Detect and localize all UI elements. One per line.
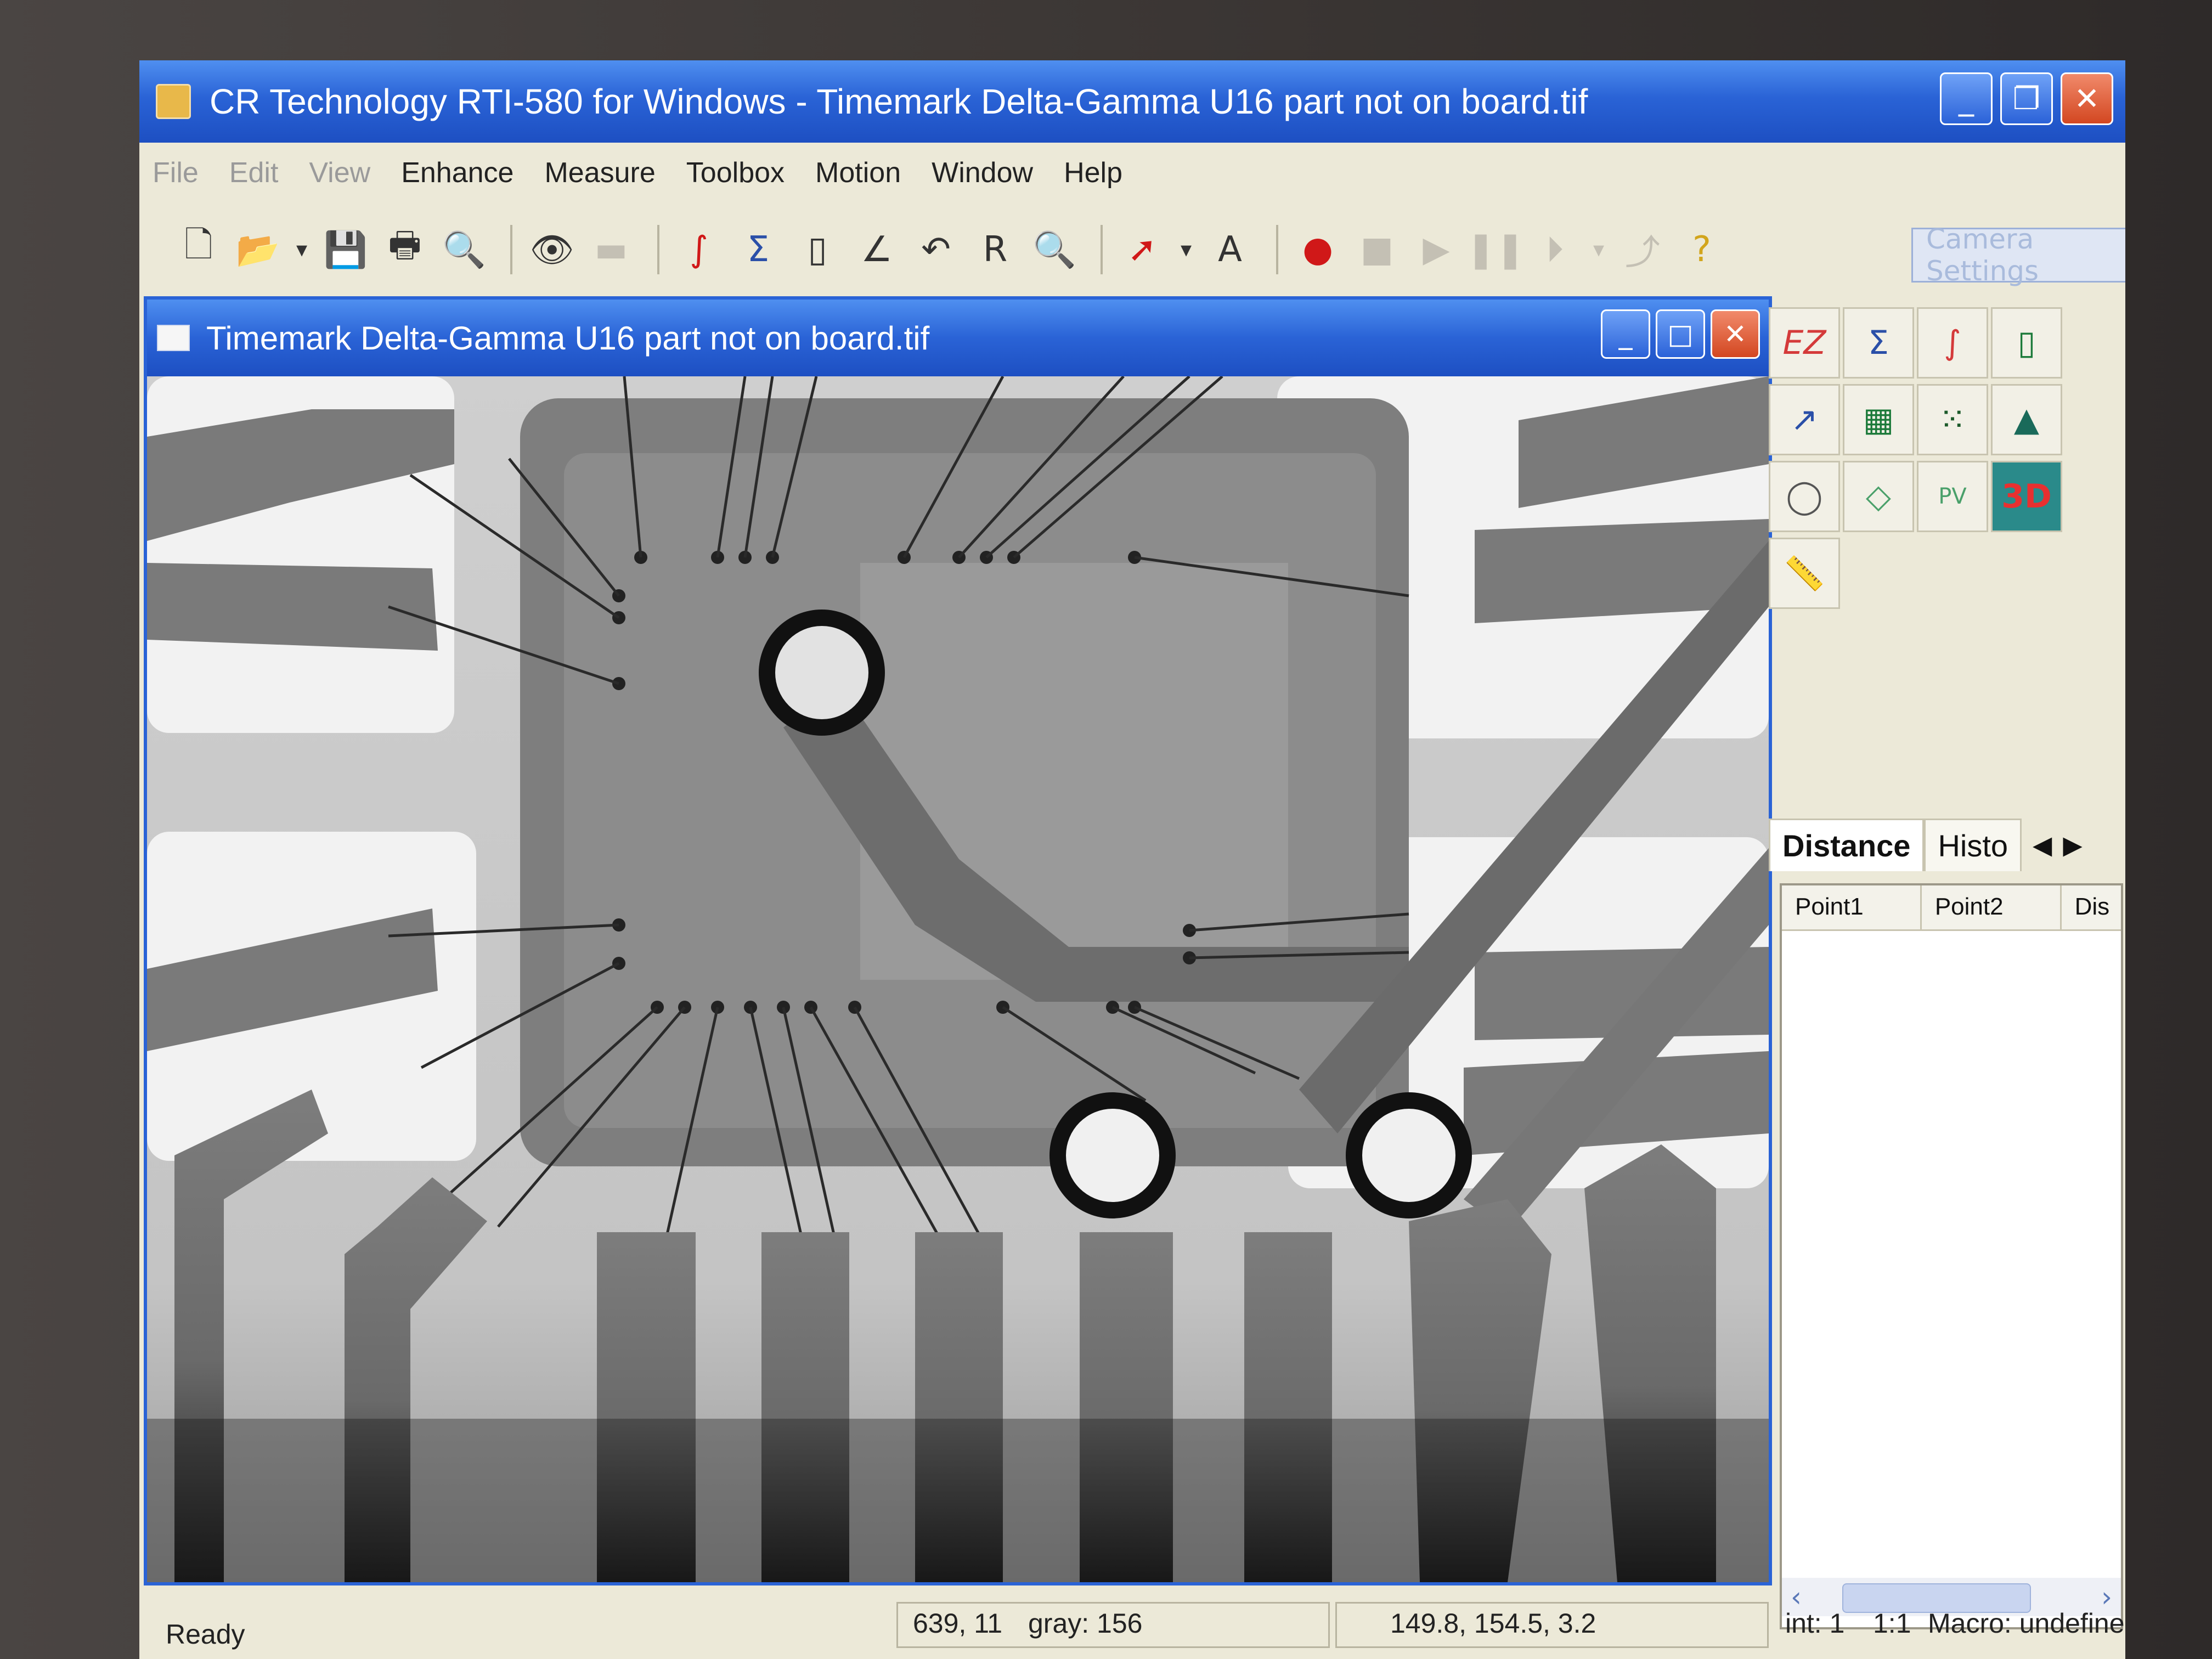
open-dropdown-icon[interactable]: ▾ [291, 223, 313, 276]
frame-icon[interactable]: ▯ [791, 223, 844, 276]
step-dropdown-icon[interactable]: ▾ [1588, 223, 1610, 276]
column-point2[interactable]: Point2 [1922, 885, 2062, 929]
new-file-icon[interactable]: 🗋 [172, 223, 225, 276]
pv-tool-icon[interactable]: PV [1917, 461, 1988, 532]
screen: CR Technology RTI-580 for Windows - Time… [139, 60, 2125, 1659]
column-point1[interactable]: Point1 [1782, 885, 1922, 929]
toolbar-separator [1276, 225, 1278, 274]
menu-bar: File Edit View Enhance Measure Toolbox M… [139, 143, 2125, 203]
app-title: CR Technology RTI-580 for Windows - Time… [210, 82, 1588, 121]
camera-icon[interactable]: ▬ [585, 223, 637, 276]
save-icon[interactable]: 💾 [319, 223, 372, 276]
frame-tool-icon[interactable]: ▯ [1991, 307, 2062, 379]
distance-list: Point1 Point2 Dis ‹ › [1780, 883, 2123, 1629]
circle-tool-icon[interactable]: ◯ [1769, 461, 1840, 532]
image-window-icon [157, 325, 190, 351]
grid-edit-tool-icon[interactable]: ▦ [1843, 384, 1914, 455]
eye-icon[interactable]: 👁 [526, 223, 578, 276]
menu-window[interactable]: Window [932, 156, 1033, 189]
menu-view[interactable]: View [309, 156, 370, 189]
sum-icon[interactable]: Σ [732, 223, 785, 276]
status-macro: Macro: undefined [1928, 1608, 2125, 1639]
status-coords: 639, 11 [913, 1608, 1003, 1639]
record-icon[interactable]: ● [1291, 223, 1344, 276]
status-measure: 149.8, 154.5, 3.2 [1390, 1608, 1596, 1639]
minimize-button[interactable]: _ [1940, 72, 1993, 125]
camera-settings-label: Camera Settings [1926, 223, 2039, 287]
status-bar: Ready 639, 11 gray: 156 149.8, 154.5, 3.… [139, 1591, 2125, 1659]
lead-shadow [147, 1419, 1769, 1582]
tab-scroll-left-icon[interactable]: ◀ [2033, 830, 2052, 860]
integral-tool-icon[interactable]: ∫ [1917, 307, 1988, 379]
ruler-tool-icon[interactable]: 📏 [1769, 538, 1840, 609]
toolbar-separator [510, 225, 512, 274]
dots-grid-tool-icon[interactable]: ⁙ [1917, 384, 1988, 455]
camera-settings-panel[interactable]: Camera Settings ✕ [1911, 223, 2125, 287]
measurement-tool-grid: EZ Σ ∫ ▯ ↗ ▦ ⁙ ▲ ◯ ◇ PV 3D 📏 [1763, 296, 2070, 658]
image-window-title-bar[interactable]: Timemark Delta-Gamma U16 part not on boa… [147, 300, 1769, 376]
menu-toolbox[interactable]: Toolbox [686, 156, 785, 189]
image-maximize-button[interactable]: □ [1656, 309, 1705, 359]
menu-enhance[interactable]: Enhance [401, 156, 514, 189]
graph-icon[interactable]: ∠ [850, 223, 903, 276]
list-header: Point1 Point2 Dis [1782, 885, 2121, 931]
tab-histogram[interactable]: Histo [1924, 819, 2022, 871]
toolbar-separator [1101, 225, 1103, 274]
arrow-dropdown-icon[interactable]: ▾ [1175, 223, 1197, 276]
toolbar-separator [657, 225, 659, 274]
image-window-controls: _ □ ✕ [1601, 309, 1760, 359]
ez-tool-icon[interactable]: EZ [1769, 307, 1840, 379]
step-icon[interactable]: ⏵ [1528, 223, 1581, 276]
tab-distance[interactable]: Distance [1769, 819, 1925, 871]
undo-icon[interactable]: ↶ [910, 223, 962, 276]
status-int: int: 1 [1785, 1608, 1845, 1639]
menu-file[interactable]: File [153, 156, 199, 189]
menu-edit[interactable]: Edit [229, 156, 279, 189]
app-icon [156, 84, 191, 119]
image-window: Timemark Delta-Gamma U16 part not on boa… [144, 296, 1772, 1585]
image-window-title: Timemark Delta-Gamma U16 part not on boa… [206, 319, 930, 357]
pause-icon[interactable]: ❚❚ [1466, 223, 1525, 276]
app-title-bar[interactable]: CR Technology RTI-580 for Windows - Time… [139, 60, 2125, 143]
menu-motion[interactable]: Motion [815, 156, 901, 189]
status-ratio: 1:1 [1873, 1608, 1911, 1639]
menu-measure[interactable]: Measure [544, 156, 655, 189]
tab-scroll-right-icon[interactable]: ▶ [2063, 830, 2082, 860]
help-icon[interactable]: ? [1675, 223, 1728, 276]
restore-button[interactable]: ❐ [2000, 72, 2053, 125]
measurement-tabs: Distance Histo ◀ ▶ [1769, 815, 2120, 875]
sum-n-tool-icon[interactable]: Σ [1843, 307, 1914, 379]
graph-tool-icon[interactable]: ↗ [1769, 384, 1840, 455]
close-button[interactable]: ✕ [2061, 72, 2113, 125]
export-icon[interactable]: ⤴ [1616, 223, 1669, 276]
xray-image[interactable] [147, 376, 1769, 1582]
column-distance[interactable]: Dis [2062, 885, 2121, 929]
surface-tool-icon[interactable]: ▲ [1991, 384, 2062, 455]
stop-icon[interactable]: ■ [1351, 223, 1403, 276]
arrow-annotation-icon[interactable]: ➚ [1116, 223, 1169, 276]
image-minimize-button[interactable]: _ [1601, 309, 1650, 359]
integral-icon[interactable]: ∫ [673, 223, 725, 276]
print-icon[interactable]: 🖶 [379, 223, 431, 276]
3d-tool-icon[interactable]: 3D [1991, 461, 2062, 532]
menu-help[interactable]: Help [1064, 156, 1122, 189]
shape-tool-icon[interactable]: ◇ [1843, 461, 1914, 532]
toolbar: 🗋 📂 ▾ 💾 🖶 🔍 👁 ▬ ∫ Σ ▯ ∠ ↶ R 🔍 ➚ ▾ A ● ■ … [139, 203, 2125, 296]
play-icon[interactable]: ▶ [1410, 223, 1463, 276]
open-folder-icon[interactable]: 📂 [232, 223, 284, 276]
status-ready: Ready [166, 1619, 245, 1650]
print-preview-icon[interactable]: 🔍 [438, 223, 490, 276]
text-tool-icon[interactable]: A [1204, 223, 1256, 276]
zoom-icon[interactable]: 🔍 [1028, 223, 1081, 276]
status-gray: gray: 156 [1028, 1608, 1143, 1639]
r-tool-icon[interactable]: R [969, 223, 1022, 276]
image-close-button[interactable]: ✕ [1711, 309, 1760, 359]
app-window-controls: _ ❐ ✕ [1940, 72, 2113, 125]
